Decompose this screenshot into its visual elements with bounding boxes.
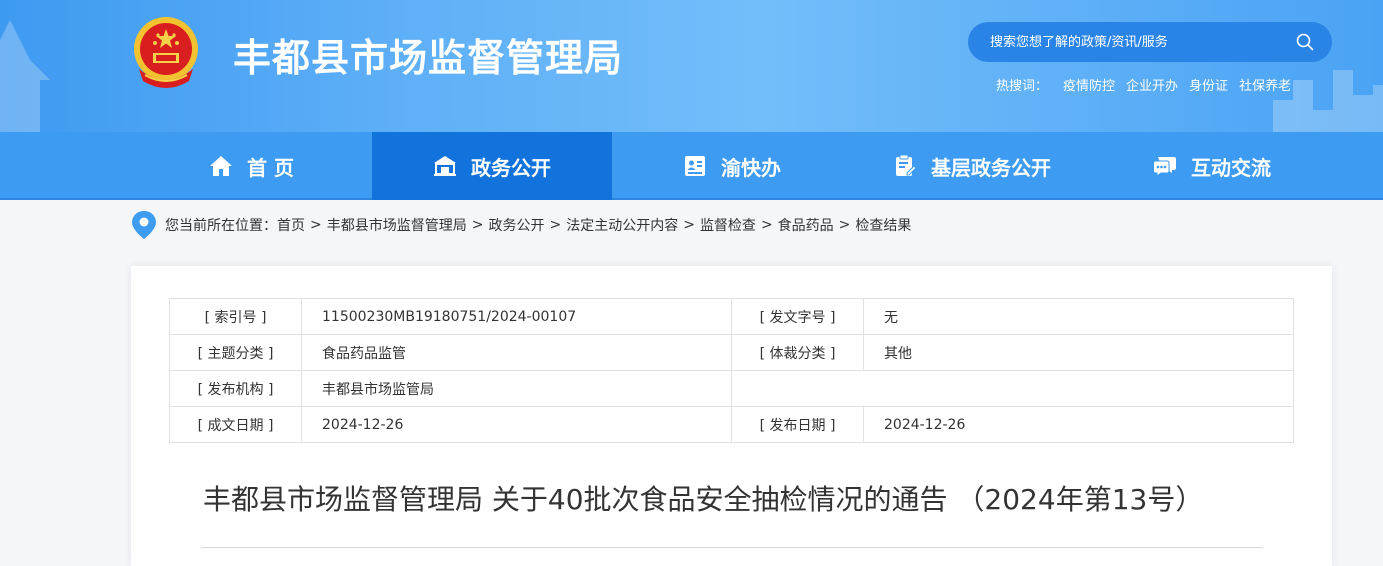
pagoda-decoration-icon [0, 20, 50, 132]
meta-value: 2024-12-26 [301, 406, 732, 443]
title-divider [201, 547, 1263, 548]
breadcrumb-link-home[interactable]: 首页 [277, 215, 305, 235]
breadcrumb-prefix: 您当前所在位置： [165, 218, 277, 234]
national-emblem-icon [134, 17, 198, 88]
meta-label: [ 体裁分类 ] [731, 334, 864, 371]
search-icon[interactable] [1296, 33, 1314, 51]
location-pin-icon [132, 211, 156, 239]
meta-value: 食品药品监管 [301, 334, 732, 371]
table-row: [ 发布机构 ] 丰都县市场监管局 [169, 370, 1294, 407]
nav-item-yukuaiban[interactable]: 渝快办 [612, 132, 852, 200]
nav-item-home[interactable]: 首 页 [131, 132, 372, 200]
breadcrumb-link-statutory-content[interactable]: 法定主动公开内容 [566, 215, 678, 235]
breadcrumb-link-government-affairs[interactable]: 政务公开 [488, 215, 544, 235]
table-row: [ 索引号 ] 11500230MB19180751/2024-00107 [ … [169, 298, 1294, 335]
hot-word-link[interactable]: 疫情防控 [1063, 75, 1115, 94]
hot-search-list: 热搜词： 疫情防控 企业开办 身份证 社保养老 [996, 75, 1291, 94]
breadcrumb: 您当前所在位置： 首页 > 丰都县市场监督管理局 > 政务公开 > 法定主动公开… [131, 210, 911, 240]
content-card: [ 索引号 ] 11500230MB19180751/2024-00107 [ … [131, 266, 1332, 566]
site-header: 丰都县市场监督管理局 热搜词： 疫情防控 企业开办 身份证 社保养老 [0, 0, 1383, 132]
site-title: 丰都县市场监督管理局 [233, 36, 624, 80]
document-edit-icon [896, 154, 917, 176]
breadcrumb-link-bureau[interactable]: 丰都县市场监督管理局 [327, 215, 467, 235]
chat-bubbles-icon [1153, 157, 1176, 177]
meta-value: 2024-12-26 [863, 406, 1294, 443]
nav-item-government-affairs[interactable]: 政务公开 [372, 132, 612, 200]
search-bar[interactable] [968, 22, 1332, 62]
skyline-decoration-icon [1273, 70, 1383, 132]
government-building-icon [434, 156, 456, 176]
meta-label: [ 发布机构 ] [169, 370, 302, 407]
hot-word-link[interactable]: 企业开办 [1126, 75, 1178, 94]
nav-item-label: 互动交流 [1191, 155, 1271, 180]
meta-label: [ 索引号 ] [169, 298, 302, 335]
breadcrumb-separator: > [310, 217, 322, 233]
breadcrumb-link-results[interactable]: 检查结果 [855, 215, 911, 235]
document-meta-table: [ 索引号 ] 11500230MB19180751/2024-00107 [ … [169, 298, 1294, 443]
table-row: [ 主题分类 ] 食品药品监管 [ 体裁分类 ] 其他 [169, 334, 1294, 371]
home-icon [210, 156, 233, 176]
meta-value: 其他 [863, 334, 1294, 371]
search-input[interactable] [990, 34, 1296, 50]
breadcrumb-link-supervision[interactable]: 监督检查 [700, 215, 756, 235]
nav-item-grassroots-affairs[interactable]: 基层政务公开 [852, 132, 1092, 200]
breadcrumb-separator: > [549, 217, 562, 233]
meta-label: [ 成文日期 ] [169, 406, 302, 443]
breadcrumb-separator: > [683, 217, 695, 233]
document-title: 丰都县市场监督管理局 关于40批次食品安全抽检情况的通告 （2024年第13号） [203, 483, 1204, 516]
meta-value: 无 [863, 298, 1294, 335]
meta-value: 11500230MB19180751/2024-00107 [301, 298, 732, 335]
nav-item-label: 基层政务公开 [931, 155, 1051, 180]
breadcrumb-link-food-drug[interactable]: 食品药品 [778, 215, 834, 235]
hot-word-link[interactable]: 社保养老 [1239, 75, 1291, 94]
meta-label: [ 主题分类 ] [169, 334, 302, 371]
nav-item-interaction[interactable]: 互动交流 [1092, 132, 1332, 200]
meta-empty-cell [731, 370, 1294, 407]
breadcrumb-separator: > [838, 217, 851, 233]
main-nav: 首 页 政务公开 渝快办 基层政务公开 互动交流 [0, 132, 1383, 200]
meta-value: 丰都县市场监管局 [301, 370, 732, 407]
hot-word-link[interactable]: 身份证 [1189, 75, 1228, 94]
meta-label: [ 发文字号 ] [731, 298, 864, 335]
breadcrumb-separator: > [471, 217, 484, 233]
breadcrumb-separator: > [760, 217, 773, 233]
id-card-icon [685, 156, 705, 176]
nav-item-label: 渝快办 [721, 155, 781, 180]
table-row: [ 成文日期 ] 2024-12-26 [ 发布日期 ] 2024-12-26 [169, 406, 1294, 443]
nav-item-label: 首 页 [247, 155, 294, 180]
meta-label: [ 发布日期 ] [731, 406, 864, 443]
hot-search-label: 热搜词： [996, 79, 1049, 94]
nav-item-label: 政务公开 [471, 155, 551, 180]
